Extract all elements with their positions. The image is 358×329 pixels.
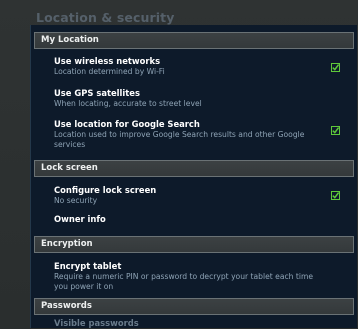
setting-title: Use location for Google Search [54, 119, 200, 129]
section-header-encryption: Encryption [34, 236, 354, 253]
setting-title: Configure lock screen [54, 185, 157, 195]
checkbox-checked-icon[interactable] [331, 126, 340, 135]
setting-summary: Require a numeric PIN or password to dec… [54, 272, 314, 291]
section-header-passwords: Passwords [34, 298, 354, 315]
setting-title: Encrypt tablet [54, 261, 122, 271]
setting-visible-passwords[interactable]: Visible passwords [54, 318, 354, 329]
section-header-lock-screen: Lock screen [34, 160, 354, 177]
settings-screen: Location & security My Location Use wire… [0, 0, 358, 328]
setting-use-wireless-networks[interactable]: Use wireless networks Location determine… [54, 56, 354, 77]
section-header-my-location: My Location [34, 32, 354, 49]
checkbox-checked-icon[interactable] [331, 63, 340, 72]
checkbox-checked-icon[interactable] [331, 191, 340, 200]
setting-summary: Location used to improve Google Search r… [54, 130, 305, 149]
setting-owner-info[interactable]: Owner info [54, 214, 354, 225]
setting-title: Owner info [54, 214, 106, 224]
setting-summary: No security [54, 196, 98, 205]
setting-title: Use wireless networks [54, 56, 161, 66]
setting-use-gps-satellites[interactable]: Use GPS satellites When locating, accura… [54, 88, 354, 109]
page-title: Location & security [36, 10, 175, 25]
setting-use-location-for-google-search[interactable]: Use location for Google Search Location … [54, 119, 354, 150]
setting-configure-lock-screen[interactable]: Configure lock screen No security [54, 185, 354, 206]
setting-title: Visible passwords [54, 318, 139, 328]
setting-title: Use GPS satellites [54, 88, 140, 98]
setting-encrypt-tablet[interactable]: Encrypt tablet Require a numeric PIN or … [54, 261, 354, 292]
setting-summary: Location determined by Wi-Fi [54, 67, 165, 76]
setting-summary: When locating, accurate to street level [54, 99, 202, 108]
